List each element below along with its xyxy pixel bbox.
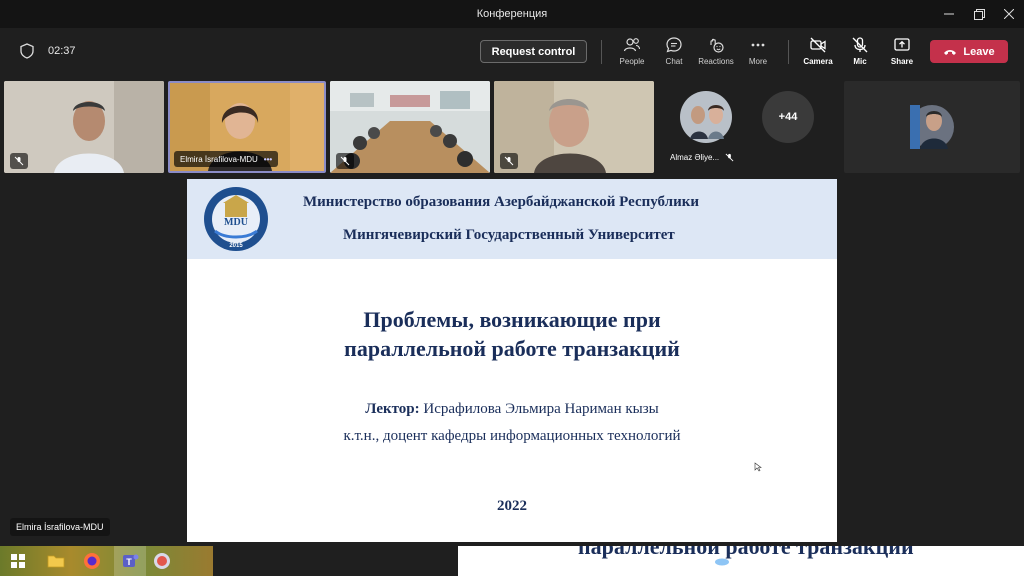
reactions-label: Reactions [698,57,734,66]
overflow-count: +44 [778,111,798,123]
slide-year: 2022 [497,498,527,514]
self-view-tile[interactable] [844,81,1020,173]
teams-icon: T [123,554,139,567]
slide-header-university: Мингячевирский Государственный Университ… [343,227,675,243]
mic-off-icon [852,37,868,53]
muted-badge [500,153,518,169]
window-title: Конференция [476,8,548,20]
participant-video [494,81,654,173]
lecturer-name: Исрафилова Эльмира Нариман кызы [419,401,659,417]
leave-label: Leave [963,45,995,58]
slide-lecturer-position: к.т.н., доцент кафедры информационных те… [343,428,681,444]
participant-video [330,81,490,173]
slide-header-ministry: Министерство образования Азербайджанской… [303,194,700,210]
windows-logo-icon [11,554,25,568]
university-logo: MDU 2015 [204,187,268,251]
close-window-button[interactable] [994,4,1024,24]
participant-tile[interactable] [494,81,654,173]
stage-background [213,546,458,576]
shield-icon [20,43,34,59]
participant-tile[interactable] [4,81,164,173]
participant-name: Elmira İsrafilova-MDU [180,154,258,164]
slide-header: MDU 2015 Министерство образования Азерба… [187,179,837,259]
reactions-button[interactable]: Reactions [696,36,736,72]
logo-year: 2015 [229,243,243,249]
meeting-timer: 02:37 [48,45,76,57]
mic-label: Mic [853,57,867,66]
participant-tile-active-speaker[interactable]: Elmira İsrafilova-MDU ••• [168,81,326,173]
close-icon [1004,9,1014,19]
overflow-participants-button[interactable]: +44 [762,91,814,143]
svg-text:T: T [126,557,132,567]
shared-slide: MDU 2015 Министерство образования Азерба… [187,179,837,542]
participant-tile[interactable] [330,81,490,173]
mic-off-icon [725,153,734,162]
share-button[interactable]: Share [882,36,922,72]
windows-taskbar: T [0,546,213,576]
self-view-avatar [910,105,954,149]
chat-label: Chat [665,57,683,66]
leave-button[interactable]: Leave [930,40,1008,63]
slide-overflow-text: параллельной работе транзакций [578,546,914,559]
minimize-button[interactable] [934,4,964,24]
share-label: Share [890,57,914,66]
toolbar-divider [601,40,602,64]
participant-tile-audio[interactable]: Almaz Əliye... [658,81,748,173]
share-icon [894,38,910,51]
mic-off-icon [14,156,24,166]
restore-button[interactable] [964,4,994,24]
slide-overflow-strip: параллельной работе транзакций [458,546,1024,576]
muted-badge [336,153,354,169]
camera-off-icon [810,37,826,53]
participant-name-badge: Elmira İsrafilova-MDU ••• [174,151,279,167]
file-explorer-button[interactable] [46,551,66,571]
slide-lecturer: Лектор: Исрафилова Эльмира Нариман кызы [187,401,837,418]
logo-text: MDU [224,217,248,228]
firefox-button[interactable] [82,551,102,571]
lecturer-label: Лектор: [365,401,420,417]
more-button[interactable]: More [738,36,778,72]
cloud-icon [715,558,729,566]
participant-video [4,81,164,173]
title-bar: Конференция [0,0,1024,28]
reactions-icon [710,38,724,53]
chat-button[interactable]: Chat [654,36,694,72]
camera-label: Camera [803,57,833,66]
restore-icon [973,8,985,20]
mic-button[interactable]: Mic [840,36,880,72]
people-icon [623,38,641,52]
participant-avatar [680,91,732,143]
request-control-button[interactable]: Request control [480,40,587,63]
teams-button[interactable]: T [114,546,146,576]
participant-name-row: Almaz Əliye... [670,153,734,162]
chat-icon [666,37,682,53]
folder-icon [47,555,65,568]
slide-title-line2: параллельной работе транзакций [344,336,680,361]
mic-off-icon [504,156,514,166]
more-label: More [748,57,768,66]
camera-button[interactable]: Camera [798,36,838,72]
people-button[interactable]: People [612,36,652,72]
participant-name: Almaz Əliye... [670,153,720,162]
phone-hangup-icon [944,49,957,55]
more-options-icon[interactable]: ••• [264,155,272,164]
toolbar-divider [788,40,789,64]
app-icon [154,553,170,569]
meeting-toolbar: 02:37 Request control People Chat Reacti… [0,28,1024,78]
windows-start-button[interactable] [8,551,28,571]
slide-title-line1: Проблемы, возникающие при [363,307,661,332]
people-label: People [619,57,645,66]
more-icon [751,43,765,47]
muted-badge [10,153,28,169]
firefox-icon [84,553,100,569]
minimize-icon [944,13,954,15]
mouse-cursor-icon [754,462,762,472]
presenter-name-badge: Elmira İsrafilova-MDU [10,518,110,536]
mic-off-icon [340,156,350,166]
app-button[interactable] [152,551,172,571]
